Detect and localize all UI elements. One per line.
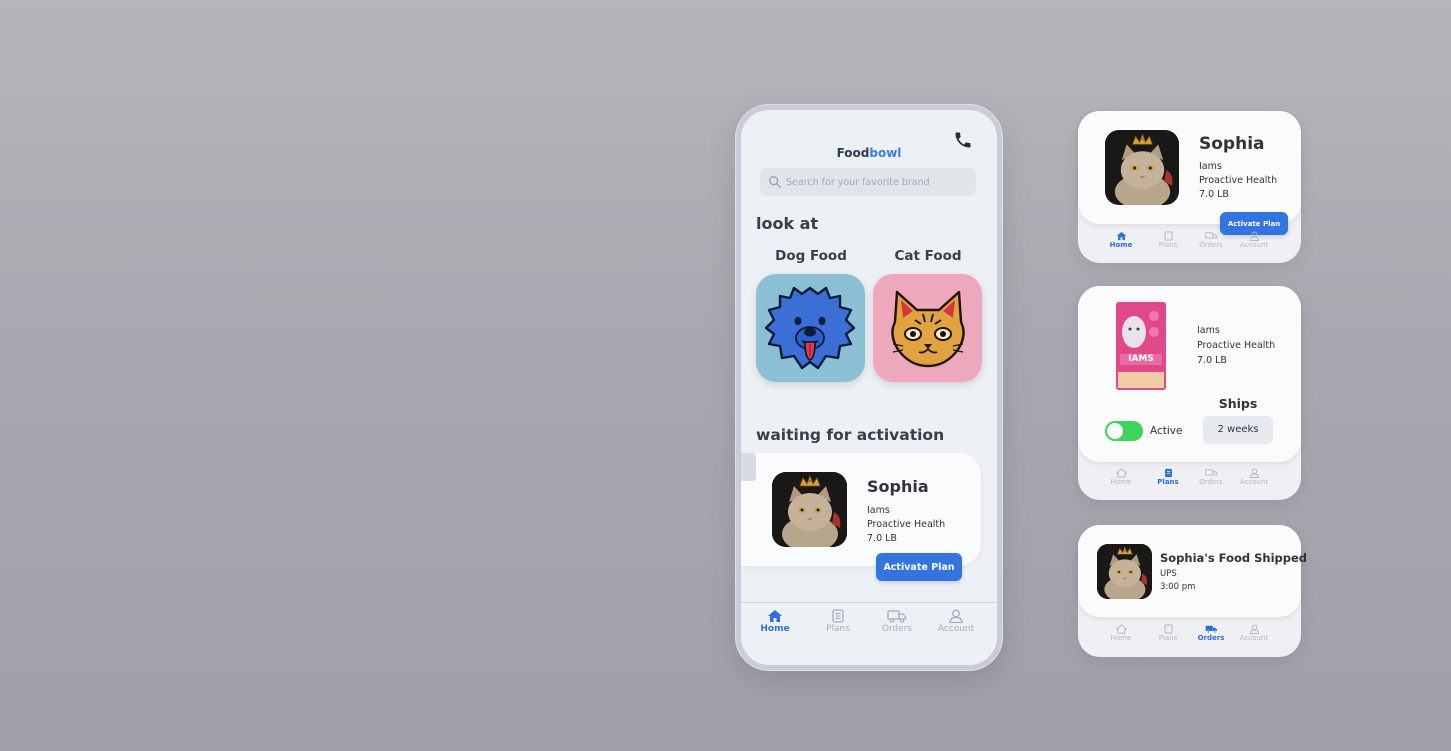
truck-icon [1204,469,1217,476]
food-package-image: IAMS [1116,302,1166,390]
dog-food-label: Dog Food [775,248,847,264]
user-icon [1249,468,1259,478]
search-icon [769,176,781,188]
nav-account[interactable]: Account [1238,231,1270,249]
nav-orders[interactable]: Orders [1196,468,1226,486]
home-icon [1115,468,1127,478]
nav-home-label: Home [1110,478,1132,486]
nav-orders-label: Orders [1199,478,1223,486]
phone-screen: Foodbowl look at Dog Food Cat Food [741,110,997,665]
brand-text-1: Food [836,146,870,160]
truck-icon [1204,232,1217,239]
plans-icon [1164,231,1172,241]
nav-home-label: Home [1109,241,1133,249]
plans-icon [1164,468,1172,478]
order-carrier: UPS [1160,569,1177,579]
user-icon [1249,231,1259,241]
nav-orders-label: Orders [1199,241,1223,249]
nav-plans-label: Plans [1158,241,1178,249]
food-product: Proactive Health [1199,175,1278,186]
nav-account[interactable]: Account [1238,624,1270,642]
food-brand: Iams [1197,325,1220,336]
nav-account[interactable]: Account [1238,468,1270,486]
food-product: Proactive Health [1197,340,1276,351]
pet-avatar [1097,544,1152,599]
food-weight: 7.0 LB [1199,189,1229,200]
cat-face-illustration [891,290,965,368]
nav-orders-label: Orders [1197,634,1225,642]
toggle-knob [1107,423,1123,439]
activate-plan-button[interactable]: Activate Plan [876,553,962,581]
ships-frequency-select[interactable]: 2 weeks [1203,416,1273,444]
pet-name: Sophia [1199,134,1265,154]
phone-call-icon[interactable] [953,130,973,150]
order-title: Sophia's Food Shipped [1160,551,1308,565]
nav-plans-label: Plans [1157,478,1179,486]
look-at-heading: look at [756,214,819,233]
nav-home[interactable]: Home [1106,624,1136,642]
food-weight: 7.0 LB [867,533,897,544]
food-brand: Iams [1199,161,1222,172]
truck-icon [887,610,907,623]
nav-plans[interactable]: Plans [818,609,858,634]
nav-plans-label: Plans [1158,634,1178,642]
search-bar[interactable] [760,168,976,196]
food-product: Proactive Health [867,519,946,530]
card-scroll-handle [741,453,756,481]
nav-orders[interactable]: Orders [1196,231,1226,249]
waiting-heading: waiting for activation [756,426,945,444]
nav-account-label: Account [1239,478,1269,486]
dog-face-illustration [764,286,856,370]
user-icon [1249,624,1259,634]
nav-plans[interactable]: Plans [1153,231,1183,249]
active-label: Active [1150,425,1183,437]
cat-food-label: Cat Food [894,248,962,264]
order-time: 3:00 pm [1160,582,1196,592]
nav-account-label: Account [937,624,975,634]
nav-account-label: Account [1239,634,1269,642]
nav-home-label: Home [760,624,790,634]
nav-plans[interactable]: Plans [1153,624,1183,642]
pet-avatar [1105,130,1179,205]
home-icon [768,610,782,622]
cat-food-tile[interactable] [873,274,982,382]
food-brand: Iams [867,505,890,516]
nav-home[interactable]: Home [1106,231,1136,249]
truck-icon [1205,625,1217,634]
nav-account-label: Account [1239,241,1269,249]
nav-plans-label: Plans [826,624,850,634]
pet-avatar [772,472,847,547]
nav-home[interactable]: Home [1106,468,1136,486]
home-icon [1116,231,1126,241]
nav-divider [741,602,997,603]
nav-home-label: Home [1110,634,1132,642]
plans-icon [832,609,844,623]
active-toggle[interactable] [1105,421,1143,441]
plans-icon [1164,624,1172,634]
nav-orders-label: Orders [881,624,913,634]
dog-food-tile[interactable] [756,274,865,382]
nav-account[interactable]: Account [934,609,978,634]
package-brand-text: IAMS [1128,354,1154,364]
nav-orders[interactable]: Orders [1196,624,1226,642]
brand-text-2: bowl [869,146,902,160]
home-icon [1115,624,1127,634]
user-icon [949,609,963,623]
pet-name: Sophia [867,477,929,496]
nav-plans[interactable]: Plans [1153,468,1183,486]
search-input[interactable] [786,173,971,191]
nav-home[interactable]: Home [755,609,795,634]
nav-orders[interactable]: Orders [877,609,917,634]
food-weight: 7.0 LB [1197,355,1227,366]
